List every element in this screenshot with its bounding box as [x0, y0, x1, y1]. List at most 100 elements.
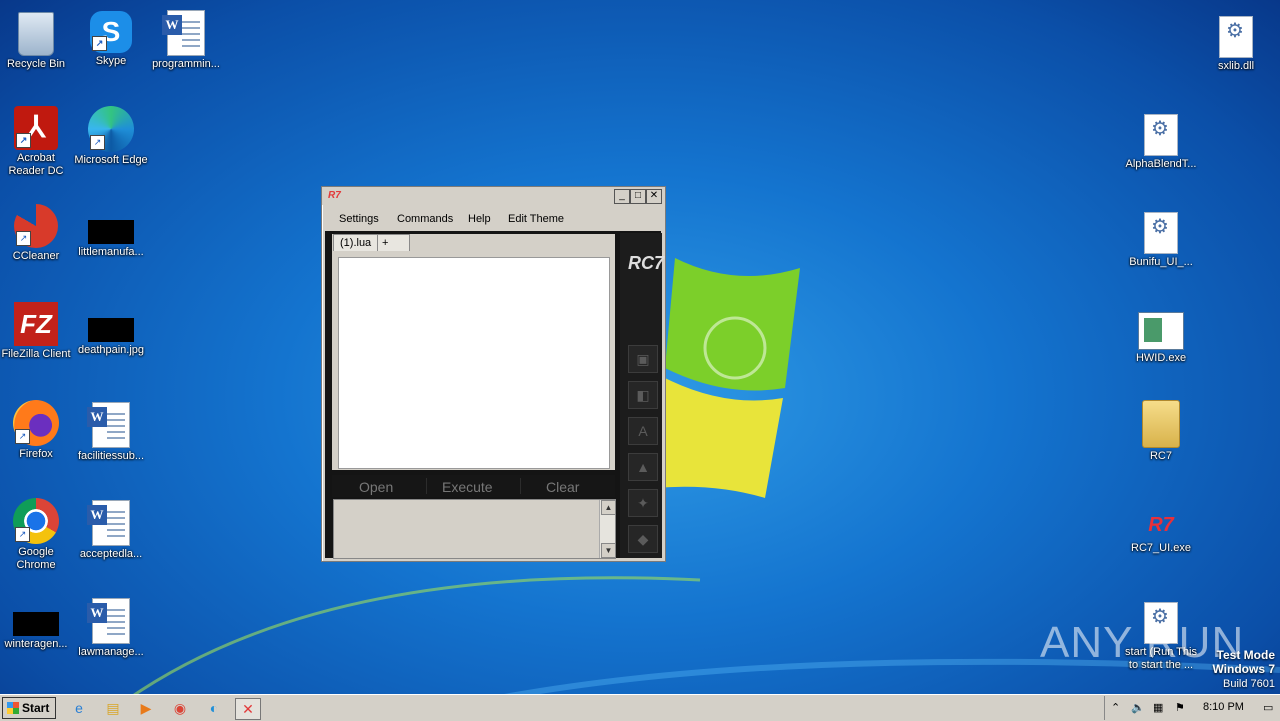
- firefox-icon: ↗: [13, 400, 59, 446]
- desktop-icon-lawmanage[interactable]: W lawmanage...: [73, 596, 149, 659]
- network-icon[interactable]: ▦: [1153, 701, 1163, 714]
- clear-button[interactable]: Clear: [546, 479, 579, 495]
- desktop-icon-alphablend[interactable]: AlphaBlendT...: [1123, 110, 1199, 171]
- desktop-icon-firefox[interactable]: ↗ Firefox: [0, 400, 74, 461]
- window-logo: R7: [328, 190, 341, 201]
- desktop-icon-acceptedla[interactable]: W acceptedla...: [73, 498, 149, 561]
- maximize-button[interactable]: □: [630, 189, 646, 204]
- desktop-icon-bunifu[interactable]: Bunifu_UI_...: [1123, 208, 1199, 269]
- tab-add[interactable]: +: [377, 234, 410, 251]
- output-console[interactable]: ▲ ▼: [333, 499, 616, 559]
- desktop-icon-hwid[interactable]: HWID.exe: [1123, 304, 1199, 365]
- rc7-app-icon[interactable]: ✕: [235, 698, 261, 720]
- volume-icon[interactable]: 🔈: [1131, 701, 1145, 714]
- recycle-bin-icon: [18, 12, 54, 56]
- desktop-icon-ccleaner[interactable]: ↗ CCleaner: [0, 204, 74, 263]
- desktop-icon-littlemanufa[interactable]: littlemanufa...: [73, 204, 149, 259]
- desktop-icon-label: deathpain.jpg: [77, 344, 145, 356]
- attach-icon[interactable]: A: [628, 417, 658, 445]
- triangle-icon[interactable]: ▲: [628, 453, 658, 481]
- window-titlebar[interactable]: R7 _ □ ✕: [322, 187, 665, 205]
- desktop-icon-label: littlemanufa...: [78, 246, 144, 258]
- taskbar: Start e ▤ ▶ ◉ ◐ ✕ ⌃ 🔈 ▦ ⚑ 8:10 PM ▭: [0, 694, 1280, 721]
- desktop-icon-filezilla[interactable]: FZ FileZilla Client: [0, 302, 74, 361]
- script-editor[interactable]: [338, 257, 610, 469]
- desktop-icon-rc7-ui[interactable]: R7 RC7_UI.exe: [1123, 498, 1199, 555]
- desktop-icon-label: Google Chrome: [16, 546, 56, 571]
- edge-icon: ↗: [88, 106, 134, 152]
- shortcut-arrow-icon: ↗: [15, 429, 30, 444]
- explorer-folder-icon[interactable]: ▤: [101, 698, 125, 718]
- execute-button[interactable]: Execute: [442, 479, 493, 495]
- desktop-icon-label: programmin...: [152, 58, 220, 70]
- menu-commands[interactable]: Commands: [397, 213, 453, 225]
- shortcut-arrow-icon: ↗: [16, 231, 31, 246]
- exe-window-icon: [1138, 312, 1184, 350]
- desktop-icon-label: RC7_UI.exe: [1131, 542, 1191, 554]
- black-image-icon: [88, 318, 134, 342]
- desktop-icon-deathpain[interactable]: deathpain.jpg: [73, 302, 149, 357]
- desktop-icon-facilitiessub[interactable]: W facilitiessub...: [73, 400, 149, 463]
- edge-icon[interactable]: ◐: [202, 698, 226, 718]
- desktop-icon-skype[interactable]: S ↗ Skype: [73, 8, 149, 68]
- save-icon[interactable]: ▣: [628, 345, 658, 373]
- menu-help[interactable]: Help: [468, 213, 491, 225]
- shortcut-arrow-icon: ↗: [16, 133, 31, 148]
- desktop-icon-label: RC7: [1149, 450, 1172, 462]
- puzzle-icon[interactable]: ✦: [628, 489, 658, 517]
- chrome-icon[interactable]: ◉: [168, 698, 192, 718]
- windows-version-label: Windows 7: [1212, 662, 1275, 676]
- dll-gear-icon: [1219, 16, 1253, 58]
- black-file-icon: [13, 612, 59, 636]
- desktop-icon-label: Firefox: [19, 448, 53, 460]
- rc7-logo: RC7: [628, 253, 665, 273]
- desktop-icon-label: lawmanage...: [78, 646, 144, 658]
- desktop-icon-programming-doc[interactable]: W programmin...: [148, 8, 224, 71]
- tab-script-1[interactable]: (1).lua: [333, 234, 379, 251]
- desktop-icon-recycle-bin[interactable]: Recycle Bin: [0, 8, 74, 71]
- media-player-icon[interactable]: ▶: [134, 698, 158, 718]
- menu-settings[interactable]: Settings: [339, 213, 379, 225]
- start-button[interactable]: Start: [2, 697, 56, 719]
- system-tray: ⌃ 🔈 ▦ ⚑ 8:10 PM ▭: [1104, 696, 1280, 720]
- rc7-window: R7 _ □ ✕ Settings Commands Help Edit The…: [321, 186, 666, 562]
- fox-icon[interactable]: ◆: [628, 525, 658, 553]
- dll-gear-icon: [1144, 114, 1178, 156]
- word-document-icon: W: [162, 10, 205, 56]
- desktop-icon-label: acceptedla...: [79, 548, 143, 560]
- rc7-icon: R7: [1148, 514, 1174, 536]
- skype-icon: S ↗: [90, 11, 132, 53]
- scroll-down-icon[interactable]: ▼: [601, 543, 616, 558]
- menu-edit-theme[interactable]: Edit Theme: [508, 213, 564, 225]
- desktop-icon-label: facilitiessub...: [77, 450, 145, 462]
- desktop-icon-acrobat[interactable]: ⅄ ↗ Acrobat Reader DC: [0, 106, 74, 178]
- minimize-button[interactable]: _: [614, 189, 630, 204]
- shortcut-arrow-icon: ↗: [92, 36, 107, 51]
- tray-expand-icon[interactable]: ⌃: [1111, 701, 1120, 714]
- menu-bar: Settings Commands Help Edit Theme: [322, 207, 665, 229]
- open-button[interactable]: Open: [359, 479, 393, 495]
- black-file-icon: [88, 220, 134, 244]
- script-hub-icon[interactable]: ◧: [628, 381, 658, 409]
- show-desktop-icon[interactable]: ▭: [1263, 701, 1273, 714]
- clock[interactable]: 8:10 PM: [1203, 701, 1244, 713]
- desktop-icon-rc7-folder[interactable]: RC7: [1123, 400, 1199, 463]
- desktop-icon-sxlib[interactable]: sxlib.dll: [1198, 12, 1274, 73]
- action-center-flag-icon[interactable]: ⚑: [1175, 701, 1185, 714]
- desktop-icon-label: winteragen...: [4, 638, 68, 650]
- desktop-icon-chrome[interactable]: ↗ Google Chrome: [0, 498, 74, 572]
- console-scrollbar[interactable]: ▲ ▼: [599, 500, 616, 558]
- desktop-icon-edge[interactable]: ↗ Microsoft Edge: [73, 106, 149, 167]
- windows-logo-wallpaper: [655, 258, 800, 498]
- rc7-sidebar: RC7 ▣ ◧ A ▲ ✦ ◆: [620, 233, 665, 558]
- ccleaner-icon: ↗: [14, 204, 58, 248]
- internet-explorer-icon[interactable]: e: [67, 698, 91, 718]
- desktop-icon-label: CCleaner: [12, 250, 60, 262]
- dll-gear-icon: [1144, 212, 1178, 254]
- desktop-icon-label: Recycle Bin: [6, 58, 66, 70]
- desktop-icon-label: HWID.exe: [1135, 352, 1187, 364]
- scroll-up-icon[interactable]: ▲: [601, 500, 616, 515]
- close-button[interactable]: ✕: [646, 189, 662, 204]
- desktop-icon-winteragen[interactable]: winteragen...: [0, 596, 74, 651]
- desktop-icon-label: Microsoft Edge: [74, 154, 148, 166]
